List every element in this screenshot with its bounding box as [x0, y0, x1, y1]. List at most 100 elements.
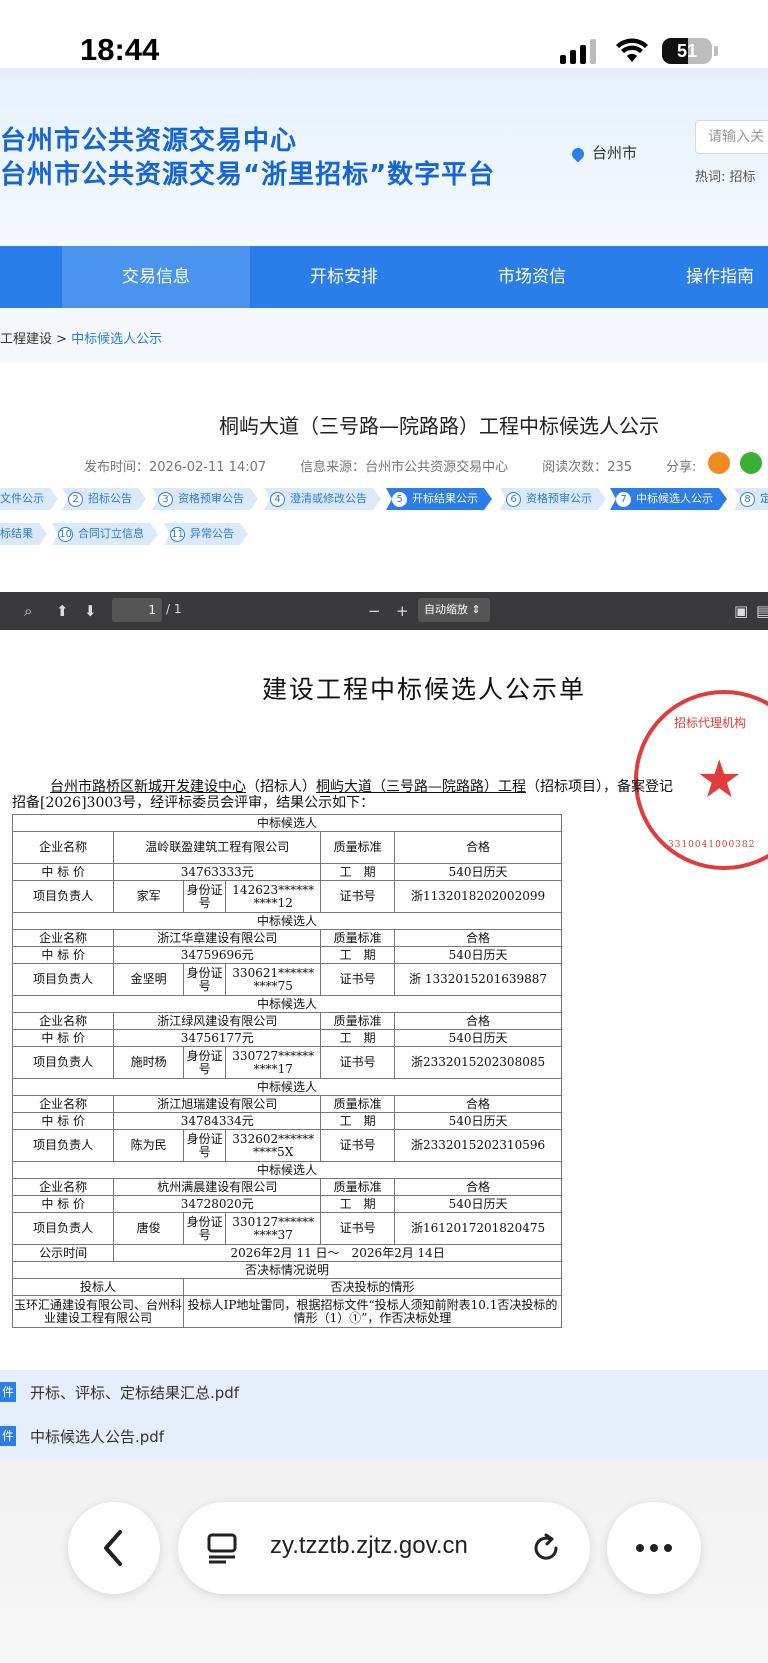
publish-time: 发布时间：2026-02-11 14:07 [84, 460, 267, 475]
search-input[interactable]: 请输入关 [695, 120, 768, 154]
id-number: 330727****** ****17 [225, 1046, 322, 1079]
doc-intro-line2: 招备[2026]3003号，经评标委员会评审，结果公示如下： [12, 795, 375, 811]
id-number: 330621****** ****75 [225, 963, 322, 996]
wifi-icon [616, 38, 648, 62]
cert-number: 浙2332015202310596 [394, 1129, 562, 1162]
step-contract-info[interactable]: 10 合同订立信息 [52, 523, 158, 545]
table-row: 项目负责人 施时杨 身份证号 330727****** ****17 证书号 浙23320… [11, 1046, 562, 1079]
period-value: 540日历天 [394, 1195, 562, 1213]
pdf-open-file-icon[interactable]: ▣ [734, 602, 748, 620]
step-candidate-notice[interactable]: 7 中标候选人公示 [610, 488, 727, 510]
step-award[interactable]: 8定 [734, 488, 768, 510]
table-cell: 质量标准 [320, 831, 396, 864]
read-count: 阅读次数：235 [542, 460, 632, 475]
company-name: 温岭联盈建筑工程有限公司 [113, 831, 322, 864]
pdf-viewer[interactable]: 建设工程中标候选人公示单 招标代理机构 ★ 3310041000382 台州市路… [0, 630, 768, 1348]
table-cell: 身份证号 [182, 1129, 227, 1162]
address-bar[interactable]: zy.tzztb.zjtz.gov.cn [178, 1502, 590, 1594]
manager-name: 金坚明 [113, 963, 184, 996]
location-selector[interactable]: 台州市 [569, 142, 637, 163]
nav-item-market-credit[interactable]: 市场资信 [438, 246, 626, 308]
process-steps-row2: 标结果 10 合同订立信息 11 异常公告 [0, 523, 768, 545]
pdf-print-icon[interactable]: ▤ [756, 602, 768, 620]
quality-value: 合格 [394, 929, 562, 947]
bid-price: 34763333元 [113, 863, 322, 881]
info-source: 信息来源：台州市公共资源交易中心 [300, 460, 509, 475]
table-cell: 项目负责人 [11, 963, 115, 996]
table-cell: 公示时间 [11, 1244, 115, 1262]
site-header: 台州市公共资源交易中心 台州市公共资源交易“浙里招标”数字平台 台州市 请输入关… [0, 68, 768, 246]
site-title-line2[interactable]: 台州市公共资源交易“浙里招标”数字平台 [0, 154, 495, 191]
manager-name: 陈为民 [113, 1129, 184, 1162]
pdf-zoom-out-icon[interactable]: − [368, 602, 381, 620]
company-name: 浙江绿风建设有限公司 [113, 1012, 322, 1030]
period-value: 540日历天 [394, 1029, 562, 1047]
weibo-share-icon[interactable] [708, 452, 730, 474]
table-row: 项目负责人 唐俊 身份证号 330127****** ****37 证书号 浙161201… [11, 1212, 562, 1245]
table-row: 中 标 价 34763333元工 期 540日历天 [11, 863, 562, 881]
breadcrumb-parent[interactable]: 工程建设 > [0, 332, 71, 347]
step-file-notice[interactable]: 文件公示 [0, 488, 58, 510]
period-value: 540日历天 [394, 946, 562, 964]
table-row: 企业名称 温岭联盈建筑工程有限公司 质量标准 合格 [11, 831, 562, 864]
reject-case-header: 否决投标的情形 [182, 1278, 563, 1296]
table-row: 企业名称 杭州满晨建设有限公司 质量标准 合格 [11, 1178, 562, 1196]
more-dots-icon [636, 1544, 672, 1552]
hot-words[interactable]: 热词: 招标 [695, 166, 756, 185]
table-cell: 企业名称 [11, 1012, 115, 1030]
more-menu-button[interactable] [607, 1502, 701, 1594]
pdf-toolbar: ⌕ ⬆ ⬇ 1 / 1 − + 自动缩放 ⇕ ▣ ▤ [0, 592, 768, 630]
table-cell: 质量标准 [320, 1012, 396, 1030]
tabs-icon[interactable] [206, 1532, 240, 1564]
step-prequal-announcement[interactable]: 3 资格预审公告 [152, 488, 258, 510]
page: 18:44 51 台州市公共资源交易中心 台州市公共资源交易“浙里招标”数字平台… [0, 0, 768, 1663]
table-row: 中 标 价 34756177元工 期 540日历天 [11, 1029, 562, 1047]
manager-name: 家军 [113, 880, 184, 913]
table-row: 项目负责人 金坚明 身份证号 330621****** ****75 证书号浙 1332… [11, 963, 562, 996]
breadcrumb-current[interactable]: 中标候选人公示 [71, 332, 162, 347]
step-prequal-notice[interactable]: 6 资格预审公示 [500, 488, 606, 510]
pdf-next-page-icon[interactable]: ⬇ [84, 602, 97, 620]
nav-item-home-stub[interactable] [0, 246, 62, 308]
nav-item-guide[interactable]: 操作指南 [626, 246, 768, 308]
table-cell: 工 期 [320, 1112, 396, 1130]
wechat-share-icon[interactable] [740, 452, 762, 474]
pdf-zoom-select[interactable]: 自动缩放 ⇕ [418, 598, 490, 622]
attachment-item[interactable]: 件中标候选人公告.pdf [0, 1414, 768, 1458]
quality-value: 合格 [394, 1095, 562, 1113]
nav-item-trade-info[interactable]: 交易信息 [62, 246, 250, 308]
bid-price: 34756177元 [113, 1029, 322, 1047]
attachment-item[interactable]: 件开标、评标、定标结果汇总.pdf [0, 1370, 768, 1414]
cert-number: 浙2332015202308085 [394, 1046, 562, 1079]
table-cell: 项目负责人 [11, 880, 115, 913]
reload-icon[interactable] [530, 1532, 562, 1564]
step-clarification[interactable]: 4 澄清或修改公告 [264, 488, 381, 510]
table-cell: 企业名称 [11, 929, 115, 947]
bid-price: 34784334元 [113, 1112, 322, 1130]
table-cell: 证书号 [320, 963, 396, 996]
pdf-search-icon[interactable]: ⌕ [24, 602, 32, 620]
chevron-left-icon [104, 1530, 122, 1566]
table-cell: 中 标 价 [11, 946, 115, 964]
pdf-page-total: / 1 [166, 602, 182, 616]
site-title-line1[interactable]: 台州市公共资源交易中心 [0, 120, 297, 157]
table-row: 中标候选人 [12, 1078, 562, 1096]
url-text[interactable]: zy.tzztb.zjtz.gov.cn [270, 1532, 468, 1560]
cellular-signal-icon [560, 38, 600, 64]
back-button[interactable] [68, 1502, 160, 1594]
pdf-zoom-in-icon[interactable]: + [396, 602, 409, 620]
step-opening-result[interactable]: 5 开标结果公示 [386, 488, 492, 510]
cert-number: 浙 1332015201639887 [394, 963, 562, 996]
location-pin-icon [569, 145, 587, 162]
nav-item-bid-schedule[interactable]: 开标安排 [250, 246, 438, 308]
table-cell: 证书号 [320, 1046, 396, 1079]
candidate-header: 中标候选人 [12, 1161, 562, 1179]
reject-header: 否决标情况说明 [12, 1261, 562, 1279]
article-title: 桐屿大道（三号路—院路路）工程中标候选人公示 [219, 414, 659, 438]
pdf-prev-page-icon[interactable]: ⬆ [56, 602, 69, 620]
table-row: 否决标情况说明 [12, 1261, 562, 1279]
step-exception-notice[interactable]: 11 异常公告 [164, 523, 248, 545]
step-award-result[interactable]: 标结果 [0, 523, 47, 545]
pdf-page-input[interactable]: 1 [112, 598, 162, 622]
step-bid-announcement[interactable]: 2 招标公告 [62, 488, 146, 510]
